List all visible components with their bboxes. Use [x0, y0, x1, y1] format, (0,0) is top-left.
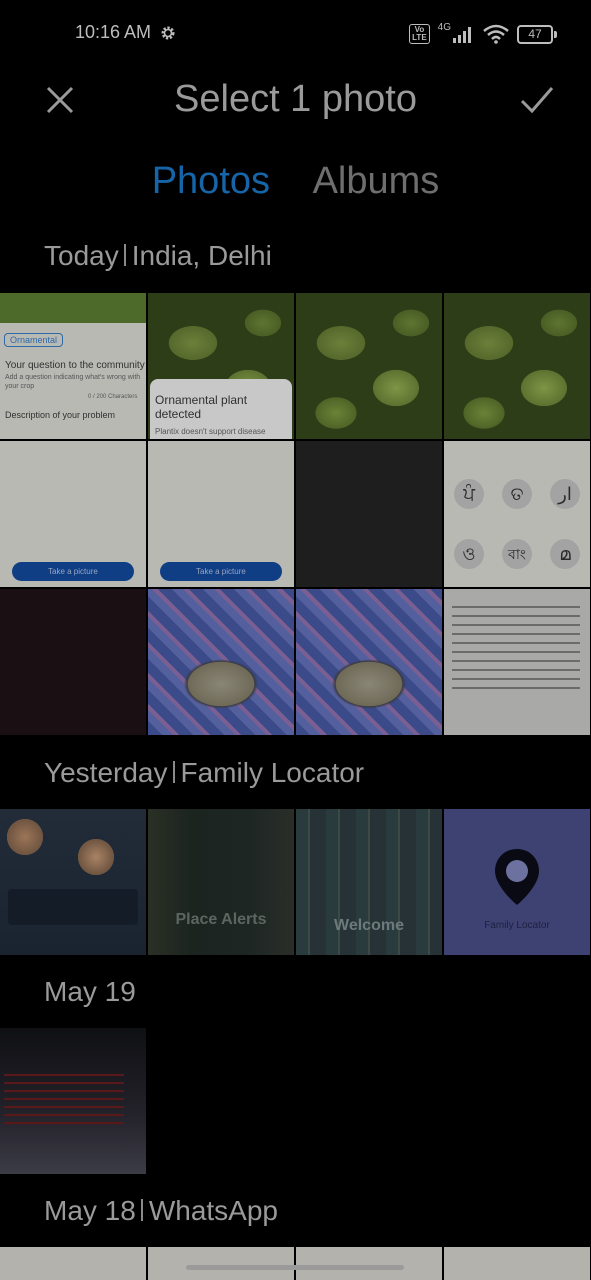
tab-photos[interactable]: Photos: [152, 160, 270, 203]
photo-thumbnail[interactable]: Take a picture: [0, 441, 146, 587]
separator: [140, 1199, 143, 1221]
welcome-label: Welcome: [334, 917, 404, 934]
wifi-icon: [483, 24, 509, 44]
network-type: 4G: [437, 21, 451, 33]
description-heading: Description of your problem: [5, 410, 116, 420]
photo-thumbnail[interactable]: [296, 293, 442, 439]
photo-thumbnail[interactable]: Take a picture: [148, 441, 294, 587]
section-place: India, Delhi: [131, 240, 272, 271]
signal-icon: [453, 27, 471, 43]
script-icon: മ: [550, 539, 580, 569]
family-locator-label: Family Locator: [484, 920, 550, 931]
separator: [123, 244, 126, 266]
volte-icon: Vo LTE: [409, 24, 430, 44]
battery-icon: 47: [517, 24, 557, 44]
photo-thumbnail[interactable]: Ornamental plant detected Plantix doesn'…: [148, 293, 294, 439]
separator: [172, 761, 175, 783]
section-date: May 19: [44, 976, 136, 1007]
section-header-today: Today India, Delhi: [44, 240, 272, 272]
photo-thumbnail[interactable]: ਪੰ ତ ار ও বাং മ: [444, 441, 590, 587]
photo-thumbnail[interactable]: [148, 1247, 294, 1280]
question-heading: Your question to the community: [5, 360, 145, 371]
home-indicator[interactable]: [186, 1265, 404, 1270]
status-bar: 10:16 AM Vo LTE 4G 47: [0, 0, 591, 68]
photo-thumbnail[interactable]: [444, 293, 590, 439]
code-lines: [4, 1068, 124, 1128]
section-header-may18: May 18 WhatsApp: [44, 1195, 278, 1227]
check-icon[interactable]: [518, 82, 556, 118]
section-header-may19: May 19: [44, 976, 136, 1008]
photo-thumbnail[interactable]: [0, 1028, 146, 1174]
page-title: Select 1 photo: [174, 78, 417, 120]
photo-thumbnail[interactable]: [444, 1247, 590, 1280]
tab-albums[interactable]: Albums: [313, 160, 440, 203]
photo-thumbnail[interactable]: Place Alerts: [148, 809, 294, 955]
section-date: Today: [44, 240, 119, 271]
photo-thumbnail[interactable]: Welcome: [296, 809, 442, 955]
gear-icon: [161, 26, 175, 40]
script-icon: ار: [550, 479, 580, 509]
tab-bar: Photos Albums: [0, 160, 591, 203]
place-alerts-label: Place Alerts: [175, 911, 267, 928]
script-icon: ਪੰ: [454, 479, 484, 509]
photo-thumbnail[interactable]: [444, 589, 590, 735]
section-place: WhatsApp: [148, 1195, 278, 1226]
status-icons: Vo LTE 4G 47: [409, 21, 557, 46]
take-picture-label: Take a picture: [196, 567, 246, 576]
photo-thumbnail[interactable]: [296, 589, 442, 735]
section-place: Family Locator: [180, 757, 365, 788]
info-card: [8, 889, 138, 925]
ornamental-badge: Ornamental: [4, 333, 64, 347]
script-icon: ତ: [502, 479, 532, 509]
plant-detected-title: Ornamental plant detected: [155, 393, 248, 421]
take-picture-label: Take a picture: [48, 567, 98, 576]
photo-thumbnail[interactable]: [0, 1247, 146, 1280]
photo-thumbnail[interactable]: [296, 441, 442, 587]
photo-thumbnail[interactable]: [148, 589, 294, 735]
plant-detected-sub: Plantix doesn't support disease: [155, 427, 266, 436]
photo-thumbnail[interactable]: [0, 589, 146, 735]
question-sub: Add a question indicating what's wrong w…: [5, 374, 141, 390]
section-header-yesterday: Yesterday Family Locator: [44, 757, 364, 789]
photo-thumbnail[interactable]: [296, 1247, 442, 1280]
photo-thumbnail[interactable]: Family Locator: [444, 809, 590, 955]
photo-thumbnail[interactable]: [0, 809, 146, 955]
photo-thumbnail[interactable]: Ornamental Your question to the communit…: [0, 293, 146, 439]
photo-header-strip: [0, 293, 146, 323]
script-icon: ও: [454, 539, 484, 569]
section-date: Yesterday: [44, 757, 168, 788]
char-count: 0 / 200 Characters: [88, 394, 138, 400]
status-time: 10:16 AM: [75, 22, 152, 42]
script-icon: বাং: [502, 539, 532, 569]
section-date: May 18: [44, 1195, 136, 1226]
text-lines: [452, 599, 580, 695]
location-pin-icon: [495, 849, 539, 905]
